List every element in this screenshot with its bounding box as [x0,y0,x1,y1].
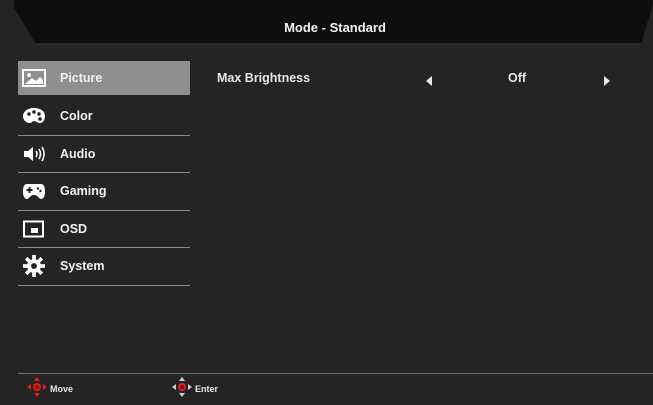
footer-enter-hint: Enter [171,376,219,399]
arrow-left-icon[interactable] [426,73,432,91]
sidebar-item-label: Audio [60,146,96,161]
setting-row-max-brightness[interactable]: Max Brightness Off [217,71,637,91]
footer-move-label: Move [50,384,74,394]
sidebar-item-color[interactable]: Color [18,98,190,136]
sidebar-item-label: Color [60,109,93,124]
footer-divider [18,373,653,374]
osd-window-icon [22,219,46,239]
sidebar-item-label: System [60,259,105,274]
sidebar-item-label: Picture [60,70,103,85]
footer-enter-label: Enter [195,384,219,394]
osd-menu: Mode - Standard Picture Color Audio Gami… [0,0,653,405]
navigation-pad-icon [26,376,48,403]
sidebar-menu: Picture Color Audio Gaming OSD System [18,61,190,286]
setting-value: Off [508,71,527,85]
speaker-icon [22,144,46,164]
arrow-right-icon[interactable] [604,73,610,91]
palette-icon [22,106,46,126]
sidebar-item-label: OSD [60,221,88,236]
gamepad-icon [22,181,46,201]
sidebar-item-gaming[interactable]: Gaming [18,173,190,211]
sidebar-item-label: Gaming [60,184,107,199]
page-title: Mode - Standard [284,20,386,35]
header-bar: Mode - Standard [0,0,653,56]
sidebar-item-osd[interactable]: OSD [18,211,190,248]
sidebar-item-audio[interactable]: Audio [18,136,190,173]
footer-move-hint: Move [26,376,74,399]
navigation-pad-center-icon [171,376,193,403]
setting-label: Max Brightness [217,71,311,85]
picture-icon [22,68,46,88]
sidebar-item-system[interactable]: System [18,248,190,286]
settings-panel: Max Brightness Off [217,71,637,91]
sidebar-item-picture[interactable]: Picture [18,61,190,95]
gear-icon [22,255,46,278]
